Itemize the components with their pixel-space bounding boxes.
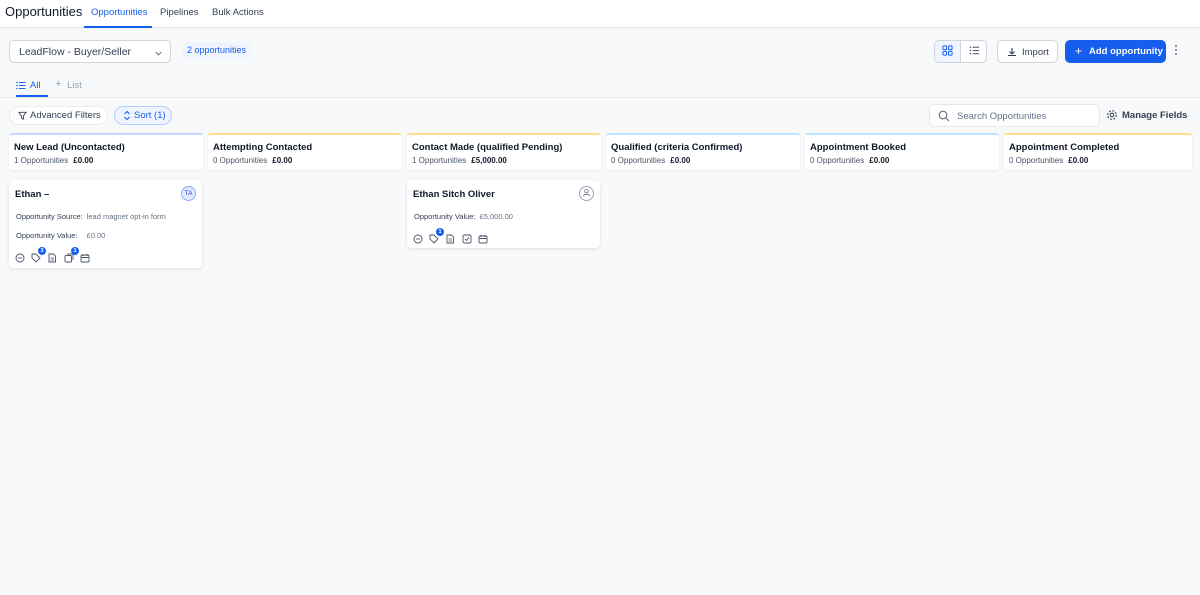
opportunity-card[interactable]: Ethan Sitch Oliver Opportunity Value: £5,… [407,180,600,248]
tasks-count-badge: 1 [71,247,79,255]
page-title: Opportunities [5,4,83,19]
tag-count-badge: 3 [38,247,46,255]
stage-amount: £0.00 [73,156,94,165]
gear-icon [1106,109,1118,124]
avatar[interactable]: TA [181,186,196,201]
add-opportunity-button[interactable]: + Add opportunity [1065,40,1166,63]
pipeline-select-value: LeadFlow - Buyer/Seller [19,46,132,58]
stage-header-appointment-booked: Appointment Booked 0 Opportunities £0.00 [805,133,999,170]
tab-pipelines[interactable]: Pipelines [160,7,199,18]
stage-summary: 0 Opportunities £0.00 [213,156,292,165]
field-value: lead magnet opt-in form [86,212,166,221]
plus-icon: + [55,78,62,90]
stage-name: New Lead (Uncontacted) [14,142,125,153]
pipeline-select[interactable]: LeadFlow - Buyer/Seller [9,40,171,63]
opportunity-source-field: Opportunity Source: lead magnet opt-in fo… [16,212,166,221]
opportunity-card[interactable]: Ethan – TA Opportunity Source: lead magne… [9,180,202,268]
add-opportunity-label: Add opportunity [1089,46,1163,57]
more-options-icon[interactable] [1172,44,1180,60]
active-tab-indicator [84,26,152,28]
search-icon [938,110,950,125]
field-value: £0.00 [86,231,106,240]
stage-amount: £0.00 [670,156,691,165]
chat-icon[interactable] [413,233,423,244]
stage-amount: £0.00 [272,156,293,165]
user-icon [582,188,591,199]
grid-view-button[interactable] [935,41,961,62]
stage-header-contact-made: Contact Made (qualified Pending) 1 Oppor… [407,133,601,170]
sort-label: Sort (1) [134,110,166,121]
tab-bulk-actions[interactable]: Bulk Actions [212,7,264,18]
stage-count: 0 Opportunities [611,156,666,165]
stage-amount: £0.00 [869,156,890,165]
import-button[interactable]: Import [997,40,1058,63]
avatar[interactable] [579,186,594,201]
stage-summary: 0 Opportunities £0.00 [810,156,889,165]
download-icon [1007,47,1017,60]
stage-name: Attempting Contacted [213,142,313,153]
sort-button[interactable]: Sort (1) [114,106,172,125]
calendar-icon[interactable] [80,252,90,263]
stage-name: Appointment Booked [810,142,907,153]
stage-count: 0 Opportunities [810,156,865,165]
view-tabs: All + List [0,75,1200,98]
checkbox-icon[interactable] [462,233,472,244]
stage-name: Appointment Completed [1009,142,1120,153]
field-label: Opportunity Value: [414,212,476,221]
advanced-filters-label: Advanced Filters [30,110,101,121]
stage-count: 0 Opportunities [213,156,268,165]
import-label: Import [1022,47,1049,58]
stage-summary: 0 Opportunities £0.00 [1009,156,1088,165]
sort-icon [123,110,131,124]
calendar-icon[interactable] [478,233,488,244]
stage-name: Contact Made (qualified Pending) [412,142,563,153]
stage-header-appointment-completed: Appointment Completed 0 Opportunities £0.… [1004,133,1192,170]
stage-amount: £5,000.00 [471,156,507,165]
list-icon [969,45,980,59]
opportunity-value-field: Opportunity Value: £0.00 [16,231,105,240]
opportunity-value-field: Opportunity Value: £5,000.00 [414,212,513,221]
view-tab-all-label: All [30,80,41,91]
grid-icon [942,44,953,59]
stage-summary: 1 Opportunities £5,000.00 [412,156,507,165]
note-icon[interactable] [47,252,57,263]
tag-count-badge: 1 [436,228,444,236]
stage-header-qualified: Qualified (criteria Confirmed) 0 Opportu… [606,133,800,170]
opportunity-name[interactable]: Ethan – [15,189,49,200]
stage-summary: 0 Opportunities £0.00 [611,156,690,165]
filter-icon [18,111,27,123]
top-nav: Opportunities Opportunities Pipelines Bu… [0,0,1200,28]
field-value: £5,000.00 [479,212,513,221]
opportunity-count-badge: 2 opportunities [181,42,253,59]
field-label: Opportunity Source: [16,212,83,221]
stage-count: 0 Opportunities [1009,156,1064,165]
opportunity-name[interactable]: Ethan Sitch Oliver [413,189,495,200]
chevron-down-icon [154,47,163,61]
tab-opportunities[interactable]: Opportunities [91,7,148,18]
search-input[interactable] [957,108,1095,124]
note-icon[interactable] [445,233,455,244]
view-tab-indicator [16,95,48,97]
stage-name: Qualified (criteria Confirmed) [611,142,743,153]
plus-icon: + [1075,44,1083,58]
view-toggle [934,40,987,63]
stage-header-new-lead: New Lead (Uncontacted) 1 Opportunities £0… [9,133,203,170]
stage-count: 1 Opportunities [412,156,467,165]
chat-icon[interactable] [15,252,25,263]
advanced-filters-button[interactable]: Advanced Filters [9,106,108,125]
list-view-button[interactable] [961,41,986,62]
stage-summary: 1 Opportunities £0.00 [14,156,93,165]
manage-fields-label: Manage Fields [1122,110,1188,121]
search-opportunities [929,104,1100,127]
stage-header-attempting-contacted: Attempting Contacted 0 Opportunities £0.0… [208,133,402,170]
field-label: Opportunity Value: [16,231,78,240]
list-icon [16,81,26,93]
add-view-list-label: List [67,80,82,91]
stage-amount: £0.00 [1068,156,1089,165]
stage-count: 1 Opportunities [14,156,69,165]
